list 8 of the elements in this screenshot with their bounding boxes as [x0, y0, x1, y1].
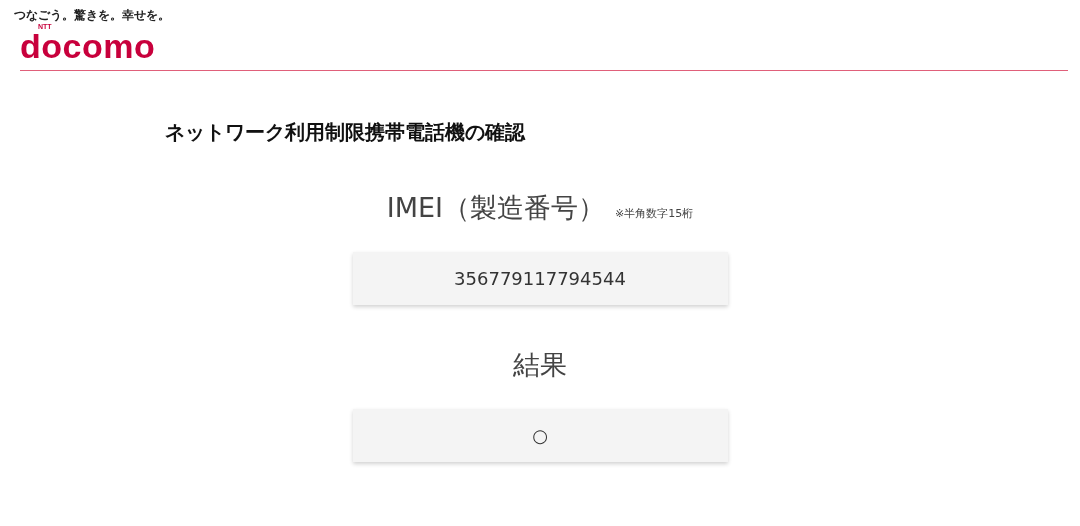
imei-field[interactable]: 356779117794544 [352, 252, 728, 305]
result-label: 結果 [513, 348, 567, 382]
page-title: ネットワーク利用制限携帯電話機の確認 [165, 119, 525, 146]
field-label: IMEI（製造番号） [386, 191, 606, 225]
field-note: ※半角数字15桁 [615, 206, 694, 221]
tagline: つなごう。驚きを。幸せを。 [14, 8, 170, 23]
result-field: ○ [352, 409, 728, 462]
logo[interactable]: docomo [20, 31, 156, 61]
